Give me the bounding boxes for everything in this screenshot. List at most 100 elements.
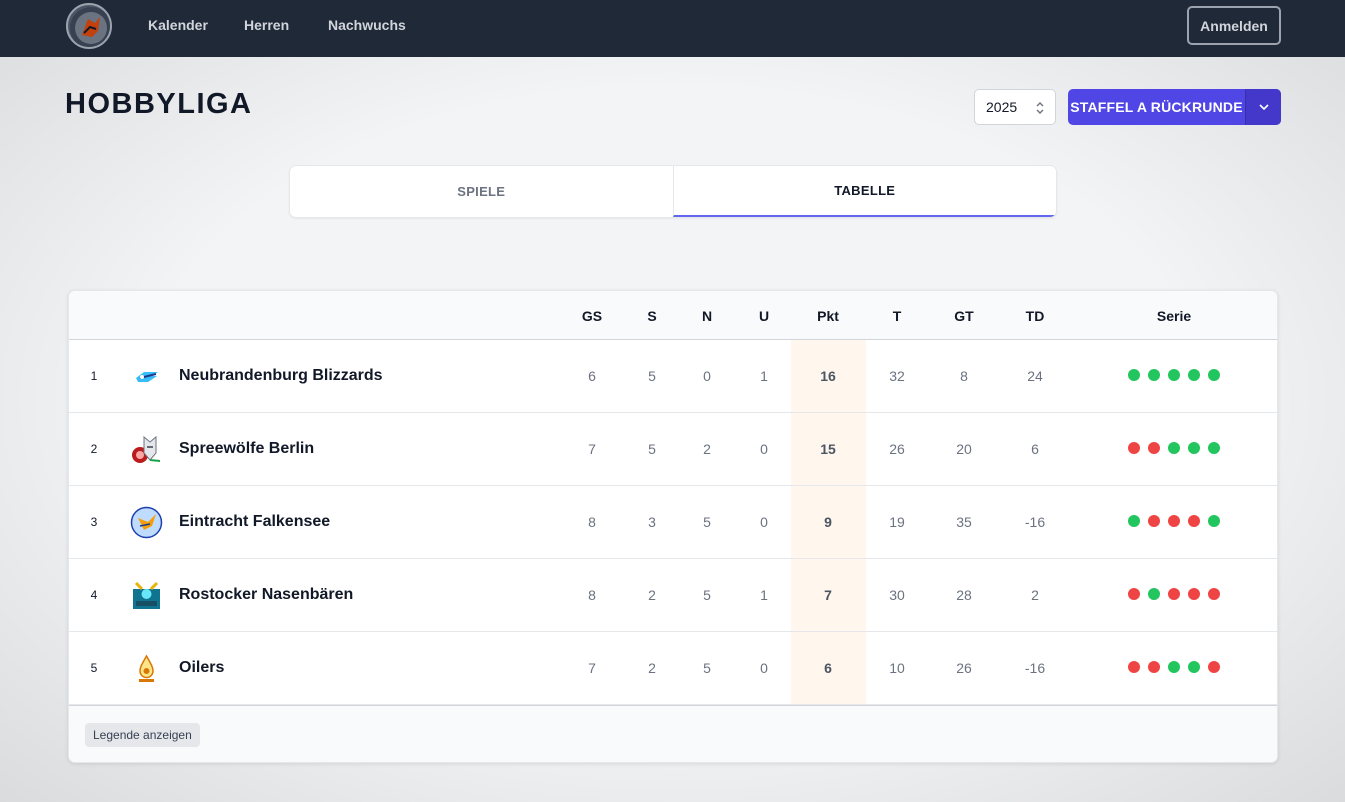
win-dot-icon xyxy=(1168,661,1180,673)
team-name[interactable]: Eintracht Falkensee xyxy=(179,486,330,558)
pkt-cell: 7 xyxy=(824,587,832,603)
t-cell: 10 xyxy=(889,660,905,676)
table-row[interactable]: 2 Spreewölfe Berlin 7 5 2 0 15 26 20 6 xyxy=(69,413,1277,486)
nav-link-herren[interactable]: Herren xyxy=(244,17,289,33)
u-cell: 0 xyxy=(760,660,768,676)
page-title: HOBBYLIGA xyxy=(65,88,253,120)
show-legend-button[interactable]: Legende anzeigen xyxy=(85,723,200,747)
loss-dot-icon xyxy=(1148,661,1160,673)
table-header: GS S N U Pkt T GT TD Serie xyxy=(69,291,1277,340)
blizzards-logo-icon xyxy=(130,360,163,393)
win-dot-icon xyxy=(1188,661,1200,673)
win-dot-icon xyxy=(1188,442,1200,454)
loss-dot-icon xyxy=(1148,442,1160,454)
gt-cell: 35 xyxy=(956,514,972,530)
table-row[interactable]: 5 Oilers 7 2 5 0 6 10 26 -16 xyxy=(69,632,1277,705)
win-dot-icon xyxy=(1208,515,1220,527)
gt-cell: 20 xyxy=(956,441,972,457)
t-cell: 26 xyxy=(889,441,905,457)
s-cell: 5 xyxy=(648,368,656,384)
loss-dot-icon xyxy=(1128,588,1140,600)
win-dot-icon xyxy=(1208,442,1220,454)
u-cell: 0 xyxy=(760,514,768,530)
n-cell: 2 xyxy=(703,441,711,457)
n-cell: 5 xyxy=(703,587,711,603)
win-dot-icon xyxy=(1168,442,1180,454)
staffel-button[interactable]: STAFFEL A RÜCKRUNDE xyxy=(1068,89,1245,125)
chevron-down-icon xyxy=(1258,104,1269,111)
column-header-n: N xyxy=(701,308,713,324)
s-cell: 3 xyxy=(648,514,656,530)
loss-dot-icon xyxy=(1168,588,1180,600)
loss-dot-icon xyxy=(1168,515,1180,527)
win-dot-icon xyxy=(1188,369,1200,381)
falkensee-logo-icon xyxy=(130,506,163,539)
rank-cell: 2 xyxy=(90,442,98,456)
win-dot-icon xyxy=(1148,588,1160,600)
loss-dot-icon xyxy=(1128,661,1140,673)
nav-link-kalender[interactable]: Kalender xyxy=(148,17,208,33)
td-cell: -16 xyxy=(1024,660,1046,676)
form-series xyxy=(1128,515,1220,527)
gt-cell: 26 xyxy=(956,660,972,676)
u-cell: 1 xyxy=(760,368,768,384)
loss-dot-icon xyxy=(1208,588,1220,600)
td-cell: 24 xyxy=(1027,368,1043,384)
login-button[interactable]: Anmelden xyxy=(1187,6,1281,45)
standings-table: GS S N U Pkt T GT TD Serie 1 Neubrandenbu… xyxy=(68,290,1278,763)
gs-cell: 7 xyxy=(588,660,596,676)
table-footer: Legende anzeigen xyxy=(69,705,1277,762)
pkt-cell: 6 xyxy=(824,660,832,676)
team-name[interactable]: Neubrandenburg Blizzards xyxy=(179,340,383,412)
team-name[interactable]: Rostocker Nasenbären xyxy=(179,559,353,631)
win-dot-icon xyxy=(1148,369,1160,381)
column-header-t: T xyxy=(892,308,902,324)
gs-cell: 8 xyxy=(588,587,596,603)
gt-cell: 28 xyxy=(956,587,972,603)
td-cell: 6 xyxy=(1031,441,1039,457)
win-dot-icon xyxy=(1168,369,1180,381)
year-select-value: 2025 xyxy=(986,99,1018,115)
table-row[interactable]: 4 Rostocker Nasenbären 8 2 5 1 7 30 28 2 xyxy=(69,559,1277,632)
form-series xyxy=(1128,661,1220,673)
u-cell: 0 xyxy=(760,441,768,457)
loss-dot-icon xyxy=(1148,515,1160,527)
t-cell: 19 xyxy=(889,514,905,530)
club-logo-icon[interactable] xyxy=(66,3,112,49)
form-series xyxy=(1128,442,1220,454)
rank-cell: 5 xyxy=(90,661,98,675)
t-cell: 30 xyxy=(889,587,905,603)
team-name[interactable]: Oilers xyxy=(179,632,224,704)
table-row[interactable]: 3 Eintracht Falkensee 8 3 5 0 9 19 35 -16 xyxy=(69,486,1277,559)
s-cell: 5 xyxy=(648,441,656,457)
s-cell: 2 xyxy=(648,660,656,676)
td-cell: -16 xyxy=(1024,514,1046,530)
staffel-dropdown-toggle[interactable] xyxy=(1245,89,1281,125)
form-series xyxy=(1128,588,1220,600)
column-header-gs: GS xyxy=(581,308,603,324)
view-tabs: SPIELE TABELLE xyxy=(289,165,1057,218)
s-cell: 2 xyxy=(648,587,656,603)
tab-spiele[interactable]: SPIELE xyxy=(290,166,673,217)
form-series xyxy=(1128,369,1220,381)
table-row[interactable]: 1 Neubrandenburg Blizzards 6 5 0 1 16 32 8 24 xyxy=(69,340,1277,413)
u-cell: 1 xyxy=(760,587,768,603)
column-header-td: TD xyxy=(1025,308,1045,324)
win-dot-icon xyxy=(1128,369,1140,381)
staffel-dropdown: STAFFEL A RÜCKRUNDE xyxy=(1068,89,1281,125)
pkt-cell: 9 xyxy=(824,514,832,530)
chevron-updown-icon xyxy=(1036,102,1044,114)
oilers-logo-icon xyxy=(130,652,163,685)
rank-cell: 4 xyxy=(90,588,98,602)
gs-cell: 8 xyxy=(588,514,596,530)
column-header-pkt: Pkt xyxy=(817,308,839,324)
win-dot-icon xyxy=(1128,515,1140,527)
gt-cell: 8 xyxy=(960,368,968,384)
team-name[interactable]: Spreewölfe Berlin xyxy=(179,413,314,485)
rank-cell: 1 xyxy=(90,369,98,383)
column-header-serie: Serie xyxy=(1156,308,1192,324)
n-cell: 5 xyxy=(703,660,711,676)
tab-tabelle[interactable]: TABELLE xyxy=(672,166,1056,217)
year-select[interactable]: 2025 xyxy=(974,89,1056,125)
nav-link-nachwuchs[interactable]: Nachwuchs xyxy=(328,17,406,33)
